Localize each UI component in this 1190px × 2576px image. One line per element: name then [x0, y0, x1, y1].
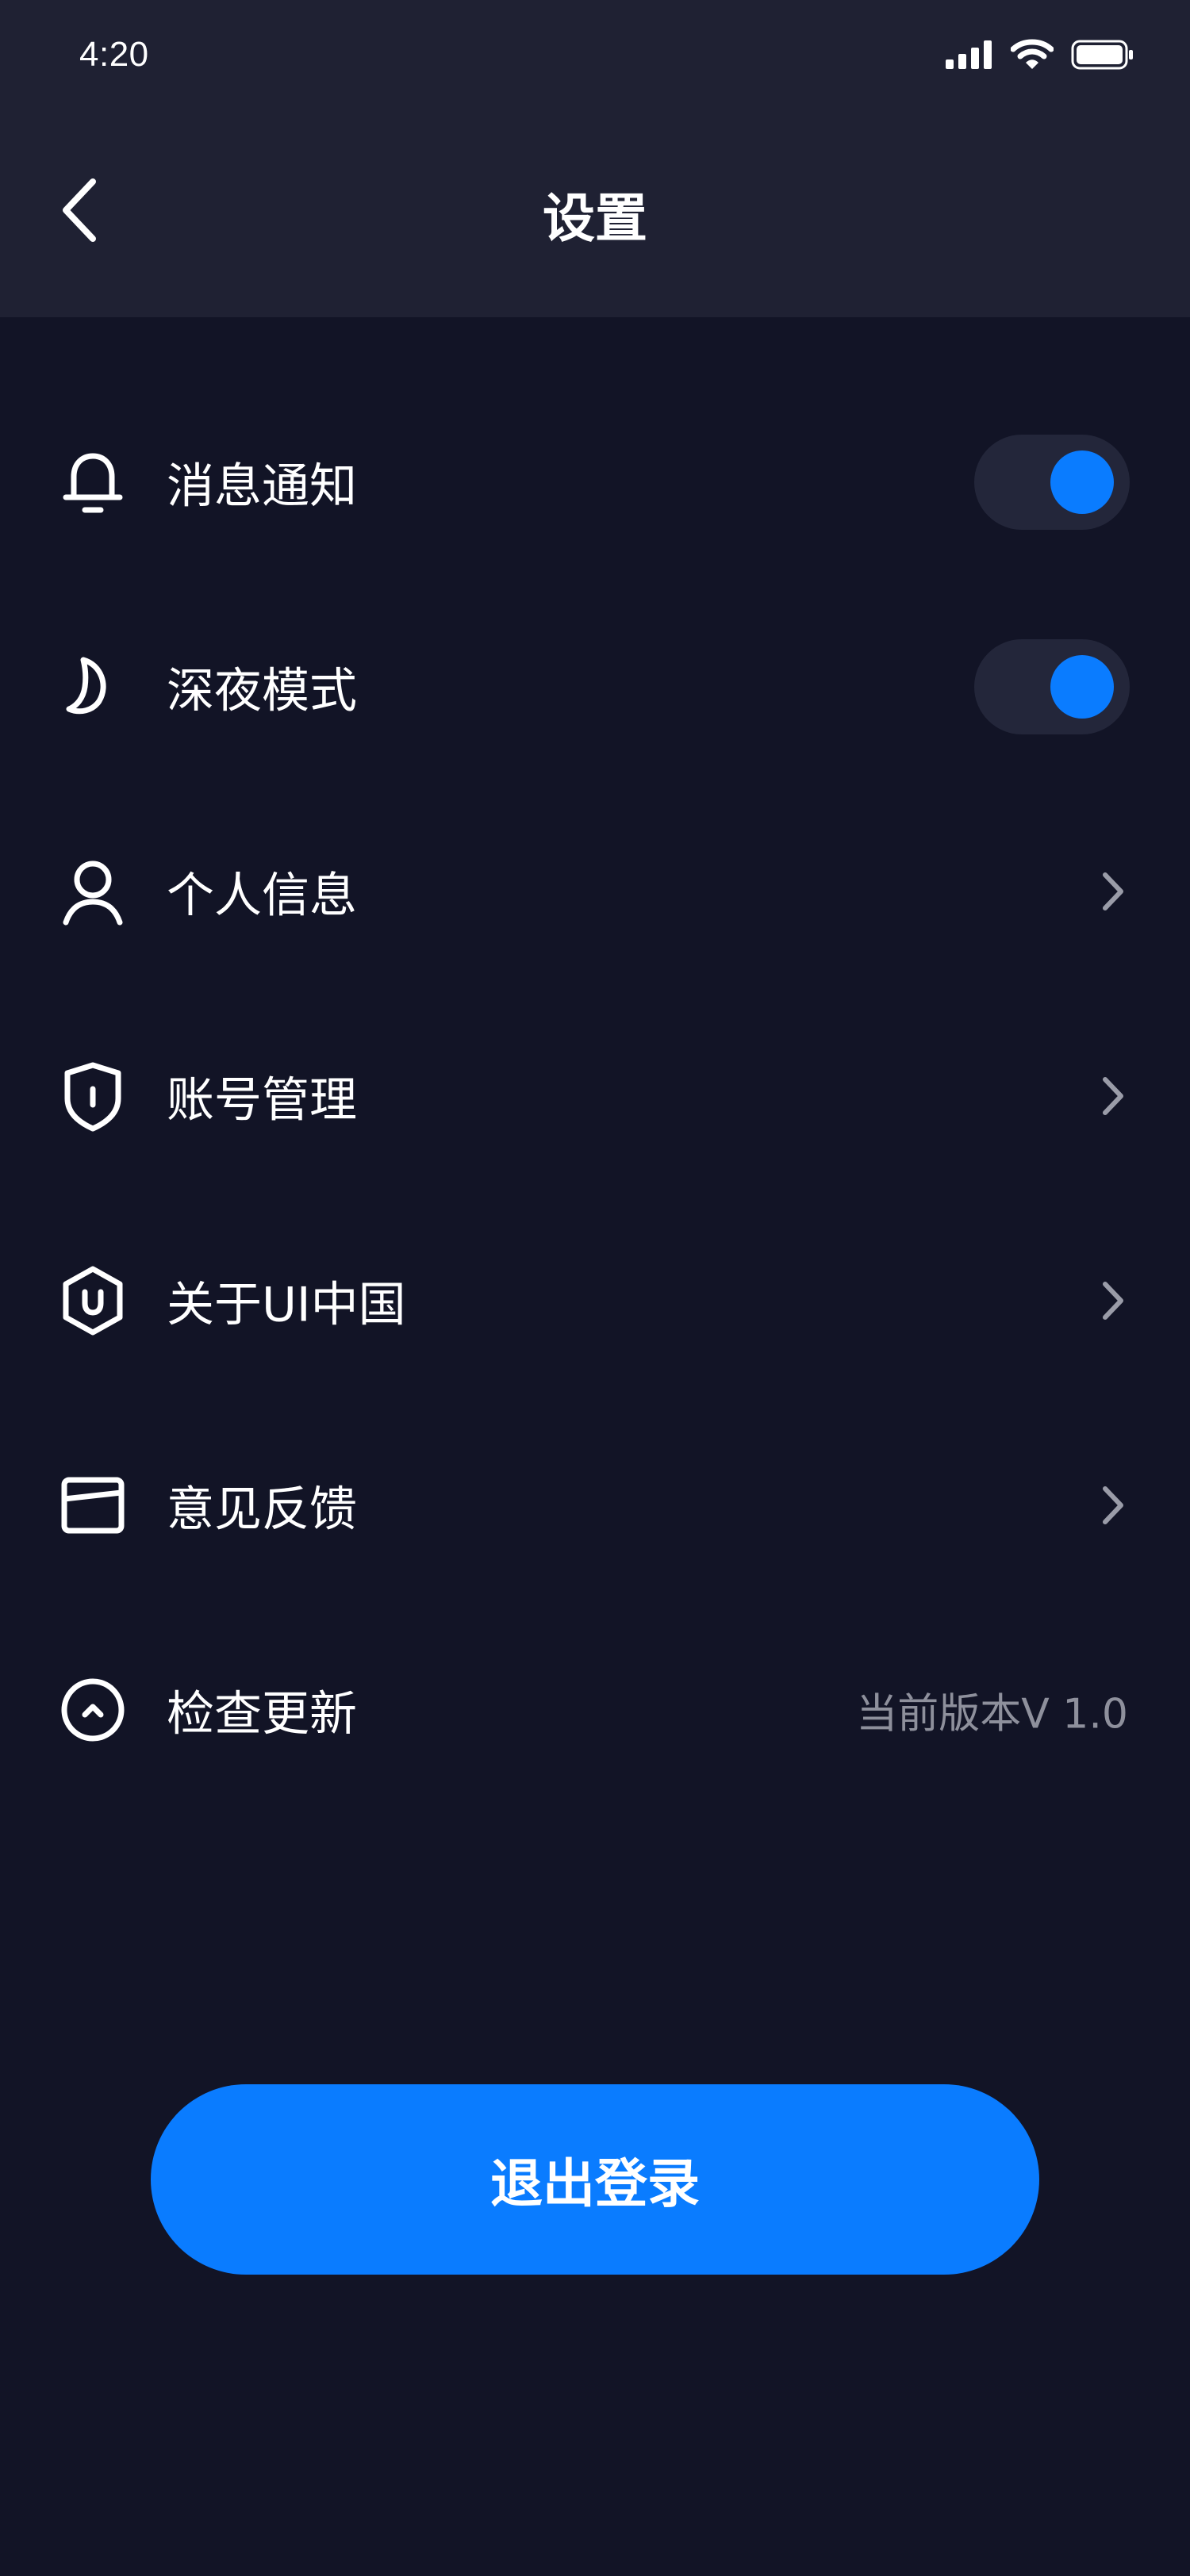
settings-row-feedback[interactable]: 意见反馈	[0, 1442, 1190, 1569]
chevron-right-icon	[1096, 868, 1128, 915]
settings-label-notifications: 消息通知	[167, 458, 357, 515]
chevron-right-icon	[1096, 1482, 1128, 1529]
toggle-knob	[1050, 450, 1114, 514]
card-icon	[57, 1470, 129, 1541]
page-title: 设置	[543, 188, 647, 249]
settings-screen: 4:20 设置 消息通知 深夜模式 个人信息 账号管理 关于UI中国 意见反馈 …	[0, 0, 1190, 2576]
chevron-right-icon	[1096, 1072, 1128, 1120]
moon-icon	[57, 651, 129, 723]
header: 4:20 设置	[0, 0, 1190, 317]
signal-icon	[946, 40, 992, 69]
settings-row-night-mode: 深夜模式	[0, 623, 1190, 750]
bell-icon	[57, 447, 129, 518]
settings-row-profile[interactable]: 个人信息	[0, 828, 1190, 955]
version-text: 当前版本V 1.0	[856, 1690, 1128, 1738]
settings-label-check-update: 检查更新	[167, 1686, 357, 1742]
settings-label-account: 账号管理	[167, 1072, 357, 1129]
battery-icon	[1071, 40, 1133, 70]
arrow-up-circle-icon	[57, 1674, 129, 1746]
hexagon-u-icon	[57, 1265, 129, 1336]
status-icons	[946, 35, 1134, 75]
notifications-toggle[interactable]	[974, 435, 1130, 530]
wifi-icon	[1011, 39, 1054, 69]
chevron-right-icon	[1096, 1277, 1128, 1324]
settings-row-account[interactable]: 账号管理	[0, 1033, 1190, 1160]
shield-icon	[57, 1060, 129, 1132]
settings-label-feedback: 意见反馈	[167, 1482, 357, 1538]
settings-row-notifications: 消息通知	[0, 419, 1190, 546]
settings-label-about: 关于UI中国	[167, 1277, 406, 1333]
settings-row-check-update[interactable]: 检查更新 当前版本V 1.0	[0, 1646, 1190, 1773]
settings-label-night-mode: 深夜模式	[167, 663, 357, 719]
settings-row-about[interactable]: 关于UI中国	[0, 1237, 1190, 1364]
logout-button[interactable]: 退出登录	[151, 2084, 1039, 2275]
status-time: 4:20	[79, 35, 149, 74]
settings-label-profile: 个人信息	[167, 868, 357, 924]
toggle-knob	[1050, 655, 1114, 719]
user-icon	[57, 856, 129, 927]
night-mode-toggle[interactable]	[974, 639, 1130, 734]
